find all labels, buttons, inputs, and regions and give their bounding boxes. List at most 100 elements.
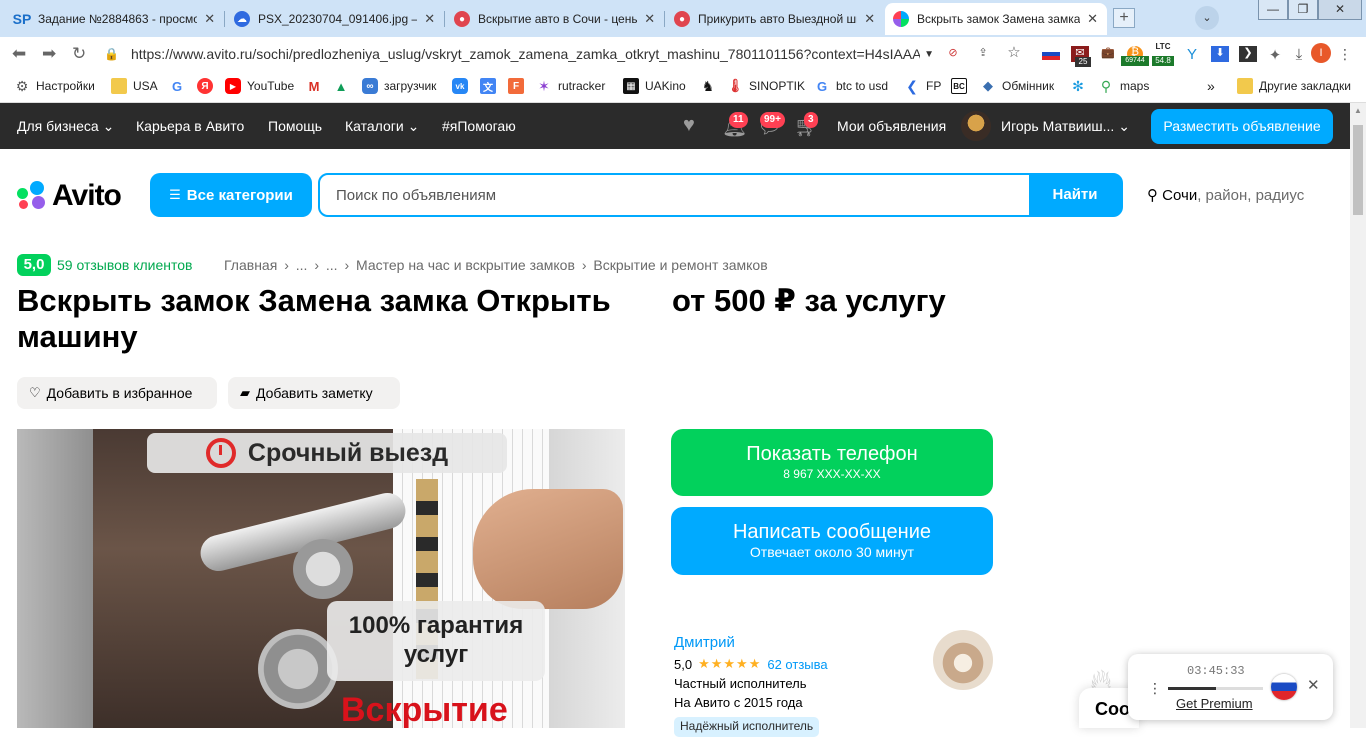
maximize-button[interactable]: ❐ [1288, 0, 1318, 20]
breadcrumb-handyman[interactable]: Мастер на час и вскрытие замков [356, 257, 575, 273]
share-icon[interactable]: ⇪ [974, 46, 992, 62]
nav-business[interactable]: Для бизнеса ⌄ [17, 118, 114, 135]
bookmark-snowflake[interactable]: ✻ [1070, 78, 1092, 94]
scroll-up-icon[interactable]: ▲ [1350, 103, 1366, 119]
forward-arrow-icon[interactable]: ➡ [42, 44, 56, 64]
bookmark-vk[interactable]: vk [452, 78, 474, 94]
location-selector[interactable]: ⚲ Сочи, район, радиус [1147, 186, 1304, 204]
add-favorite-button[interactable]: ♡ Добавить в избранное [17, 377, 217, 409]
bookmark-loader[interactable]: ∞ загрузчик [362, 78, 436, 94]
bookmark-sinoptik[interactable]: 🌡 SINOPTIK [727, 78, 805, 94]
bookmark-f[interactable]: F [508, 78, 530, 94]
browser-tab[interactable]: ☁ PSX_20230704_091406.jpg — Я ✕ [226, 3, 444, 35]
profile-icon[interactable]: I [1311, 43, 1331, 63]
terminal-icon[interactable]: ❯ [1239, 46, 1257, 62]
bookmark-usa[interactable]: USA [111, 78, 158, 94]
flag-ru-icon[interactable] [1042, 48, 1060, 60]
minimize-button[interactable]: — [1258, 0, 1288, 20]
nav-ihelp[interactable]: #яПомогаю [442, 118, 516, 134]
all-categories-button[interactable]: ☰ Все категории [150, 173, 312, 217]
close-icon[interactable]: ✕ [423, 11, 436, 27]
blocked-icon[interactable]: ⊘ [944, 46, 962, 62]
close-window-button[interactable]: ✕ [1318, 0, 1362, 20]
bookmark-bc[interactable]: BC [951, 78, 973, 94]
download-icon[interactable]: ⤓ [1290, 46, 1308, 63]
url-dropdown-icon[interactable]: ▼ [924, 49, 934, 60]
search-button[interactable]: Найти [1029, 175, 1121, 215]
download-extension-icon[interactable]: ⬇ [1211, 46, 1229, 62]
get-premium-link[interactable]: Get Premium [1176, 696, 1253, 711]
close-icon[interactable]: ✕ [863, 11, 876, 27]
listing-photo[interactable]: Срочный выезд 100% гарантия услуг Вскрыт… [17, 429, 625, 728]
seller-avatar[interactable] [933, 630, 993, 690]
other-bookmarks[interactable]: Другие закладки [1237, 78, 1351, 94]
scrollbar[interactable]: ▲ [1350, 103, 1366, 728]
reload-icon[interactable]: ↻ [72, 44, 86, 64]
bookmark-translate[interactable]: 文 [480, 78, 502, 94]
breadcrumb-collapsed[interactable]: ... [326, 257, 338, 273]
browser-tab[interactable]: ● Прикурить авто Выездной ши ✕ [666, 3, 884, 35]
bookmark-youtube[interactable]: ▶ YouTube [225, 78, 294, 94]
briefcase-icon[interactable]: 💼 [1099, 46, 1117, 62]
scrollbar-thumb[interactable] [1353, 125, 1363, 215]
tab-title: Вскрытие авто в Сочи - цены [478, 12, 638, 26]
nav-help[interactable]: Помощь [268, 118, 322, 134]
nav-career[interactable]: Карьера в Авито [136, 118, 244, 134]
user-menu[interactable]: Игорь Матвииш... ⌄ [1001, 118, 1130, 135]
flag-ru-icon[interactable] [1271, 674, 1297, 700]
write-message-button[interactable]: Написать сообщение Отвечает около 30 мин… [671, 507, 993, 575]
avito-logo-icon [17, 181, 49, 211]
show-phone-button[interactable]: Показать телефон 8 967 XXX-XX-XX [671, 429, 993, 496]
reviews-link[interactable]: 59 отзывов клиентов [57, 257, 193, 273]
avito-logo[interactable]: Avito [17, 179, 122, 213]
bookmark-uakino[interactable]: ▦ UAKino [623, 78, 686, 94]
y-extension-icon[interactable]: Y [1183, 46, 1201, 63]
add-note-button[interactable]: ▰ Добавить заметку [228, 377, 400, 409]
url-field[interactable]: 🔒 https://www.avito.ru/sochi/predlozheni… [104, 41, 934, 67]
bookmark-exchange[interactable]: ◆ Обмінник [980, 78, 1054, 94]
avito-top-nav: Для бизнеса ⌄ Карьера в Авито Помощь Кат… [0, 103, 1350, 149]
close-icon[interactable]: ✕ [1086, 11, 1099, 27]
cart-badge: 3 [804, 112, 818, 128]
bookmark-fp[interactable]: ❮ FP [904, 78, 941, 94]
thermometer-icon: 🌡 [726, 78, 744, 93]
bookmark-gmail[interactable]: M [306, 78, 328, 94]
bookmark-label: btc to usd [836, 79, 889, 93]
breadcrumb-lock-repair[interactable]: Вскрытие и ремонт замков [593, 257, 767, 273]
bookmark-label: Обмінник [1002, 79, 1055, 93]
nav-catalogs[interactable]: Каталоги ⌄ [345, 118, 419, 135]
close-icon[interactable]: ✕ [643, 11, 656, 27]
bookmark-yandex[interactable]: Я [197, 78, 219, 94]
bookmark-settings[interactable]: ⚙ Настройки [14, 78, 95, 94]
seller-reviews-link[interactable]: 62 отзыва [767, 657, 827, 672]
browser-tab-active[interactable]: Вскрыть замок Замена замка ✕ [885, 3, 1107, 35]
more-vert-icon[interactable]: ⋮ [1336, 46, 1354, 62]
close-icon[interactable]: ✕ [203, 11, 216, 27]
browser-tab[interactable]: SP Задание №2884863 - просмотр ✕ [6, 3, 224, 35]
bookmark-rutracker[interactable]: ✶ rutracker [536, 78, 605, 94]
seller-name-link[interactable]: Дмитрий [674, 634, 735, 651]
search-input[interactable] [320, 175, 1029, 215]
bookmark-btc-usd[interactable]: G btc to usd [814, 78, 888, 94]
more-bookmarks-button[interactable]: » [1207, 78, 1215, 94]
bookmark-drive[interactable]: ▲ [333, 78, 355, 94]
heart-icon[interactable]: ♥ [683, 114, 695, 137]
back-arrow-icon[interactable]: ⬅ [12, 44, 26, 64]
chevron-down-icon[interactable]: ⌄ [1195, 6, 1219, 30]
photo-banner-opening: Вскрытие [341, 691, 508, 728]
more-vert-icon[interactable]: ⋮ [1148, 680, 1162, 697]
star-icon[interactable]: ☆ [1005, 43, 1023, 61]
bookmark-horse[interactable]: ♞ [700, 78, 722, 94]
nav-my-ads[interactable]: Мои объявления [837, 118, 946, 134]
bookmark-maps[interactable]: ⚲ maps [1098, 78, 1149, 94]
breadcrumb-collapsed[interactable]: ... [296, 257, 308, 273]
bookmark-google[interactable]: G [169, 78, 191, 94]
post-ad-button[interactable]: Разместить объявление [1151, 109, 1333, 144]
lock-icon[interactable]: 🔒 [104, 47, 119, 61]
close-icon[interactable]: ✕ [1307, 676, 1320, 694]
browser-tab[interactable]: ● Вскрытие авто в Сочи - цены ✕ [446, 3, 664, 35]
new-tab-button[interactable]: + [1113, 8, 1135, 28]
avatar[interactable] [961, 111, 991, 141]
puzzle-icon[interactable]: ✦ [1266, 46, 1284, 64]
breadcrumb-home[interactable]: Главная [224, 257, 277, 273]
